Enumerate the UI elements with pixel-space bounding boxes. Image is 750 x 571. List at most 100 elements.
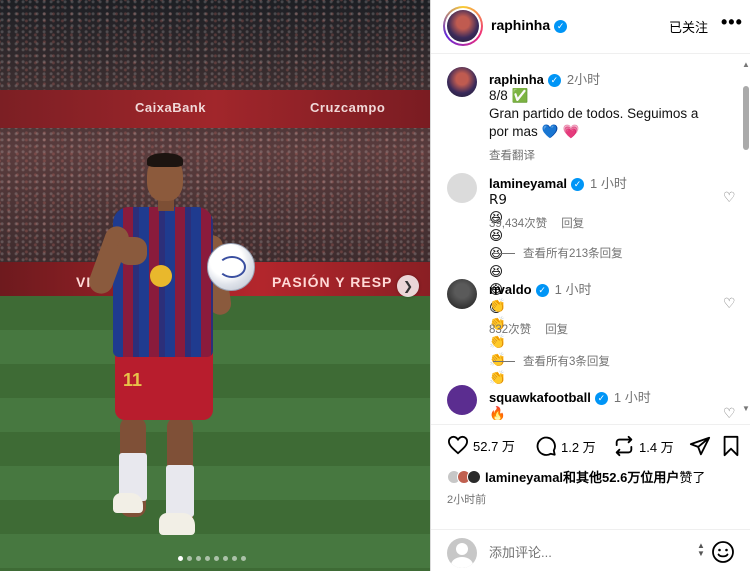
player-boot [113, 493, 143, 513]
liker-avatar [467, 469, 481, 484]
carousel-dot[interactable] [196, 556, 201, 561]
resize-arrows-icon[interactable]: ▲ ▼ [697, 542, 705, 558]
comment-time: 1 小时 [613, 390, 651, 405]
comment-input[interactable] [489, 540, 679, 564]
stadium-ad-banner-top: CaixaBank Cruzcampo [0, 90, 430, 128]
carousel-dot[interactable] [187, 556, 192, 561]
verified-badge-icon: ✓ [594, 392, 608, 406]
ad-text-pasion: PASIÓN Y RESP [272, 274, 393, 290]
comment-like-heart-icon[interactable]: ♡ [723, 295, 736, 312]
author-avatar[interactable] [443, 6, 483, 46]
sponsor-logo-icon [150, 265, 172, 287]
repost-icon [615, 435, 633, 457]
view-replies-button[interactable]: 查看所有213条回复 [493, 245, 623, 261]
ad-text-caixabank: CaixaBank [135, 100, 206, 115]
comment-like-count[interactable]: 39,434次赞 [489, 218, 547, 230]
liked-by: lamineyamal和其他52.6万位用户赞了 [447, 467, 705, 486]
comment-time: 1 小时 [590, 176, 627, 191]
scroll-up-arrow-icon[interactable]: ▲ [742, 60, 750, 69]
caption-text: 8/8 ✅ Gran partido de todos. Seguimos a … [489, 87, 739, 141]
save-button[interactable] [721, 435, 745, 457]
carousel-dot[interactable] [241, 556, 246, 561]
comment-username: squawkafootball [489, 390, 591, 405]
post-header: raphinha ✓ 已关注 ••• [431, 0, 750, 54]
carousel-dot[interactable] [178, 556, 183, 561]
send-icon [689, 436, 711, 456]
caption-line-1: 8/8 [489, 88, 508, 103]
author-username-link[interactable]: raphinha ✓ [491, 17, 568, 33]
football [207, 243, 255, 291]
caption-avatar[interactable] [447, 67, 477, 97]
comment-text: 👏👏👏👏👏 [489, 298, 506, 386]
comment-like-heart-icon[interactable]: ♡ [723, 189, 736, 206]
author-username: raphinha [491, 17, 551, 33]
post-timestamp[interactable]: 2小时前 [447, 491, 486, 507]
liked-by-suffix: 赞了 [679, 470, 706, 485]
caption-username-link[interactable]: raphinha ✓ 2小时 [489, 69, 600, 88]
comment-username-link[interactable]: squawkafootball ✓ 1 小时 [489, 387, 651, 406]
liked-by-others-link[interactable]: 和其他52.6万位用户 [563, 470, 679, 485]
reply-button[interactable]: 回复 [545, 324, 568, 336]
caption-line-3: por mas [489, 124, 538, 139]
player-figure: 11 [85, 153, 255, 545]
reply-button[interactable]: 回复 [561, 218, 584, 230]
comment-username-link[interactable]: rivaldo ✓ 1 小时 [489, 279, 591, 298]
commenter-avatar[interactable] [447, 385, 477, 415]
comment-username: lamineyamal [489, 176, 568, 191]
reposts-count: 1.4 万 [639, 439, 674, 455]
add-comment-bar: ▲▼ [431, 529, 750, 571]
comment-username-link[interactable]: lamineyamal ✓ 1 小时 [489, 173, 627, 192]
verified-badge-icon: ✓ [547, 74, 561, 88]
carousel-dot[interactable] [205, 556, 210, 561]
commenter-avatar[interactable] [447, 279, 477, 309]
player-sock [166, 465, 194, 517]
comment-username: rivaldo [489, 282, 532, 297]
comments-count: 1.2 万 [561, 439, 596, 455]
more-options-icon[interactable]: ••• [721, 12, 743, 33]
view-replies-button[interactable]: 查看所有3条回复 [493, 353, 610, 369]
bookmark-icon [723, 435, 739, 457]
verified-badge-icon: ✓ [535, 284, 549, 298]
comment-time: 1 小时 [554, 282, 592, 297]
see-translation-link[interactable]: 查看翻译 [489, 147, 535, 163]
jersey-number: 11 [123, 370, 143, 390]
like-button[interactable]: 52.7 万 [447, 435, 515, 455]
comments-list[interactable]: raphinha ✓ 2小时 8/8 ✅ Gran partido de todos… [431, 55, 743, 420]
scroll-thumb[interactable] [743, 86, 749, 150]
carousel-dot[interactable] [223, 556, 228, 561]
check-mark-icon: ✅ [511, 88, 529, 104]
repost-button[interactable]: 1.4 万 [613, 435, 674, 457]
comment-like-count[interactable]: 832次赞 [489, 324, 531, 336]
user-avatar [447, 538, 477, 568]
post-side-panel: raphinha ✓ 已关注 ••• raphinha ✓ 2小时 8/8 ✅ Gra… [430, 0, 750, 571]
chevron-right-icon: ❯ [402, 279, 414, 293]
comment-meta: 39,434次赞 回复 [489, 215, 584, 231]
following-button[interactable]: 已关注 [669, 17, 708, 36]
scroll-down-arrow-icon[interactable]: ▼ [742, 404, 750, 413]
comment-like-heart-icon[interactable]: ♡ [723, 405, 736, 420]
comment-button[interactable]: 1.2 万 [535, 435, 596, 457]
post-photo[interactable]: CaixaBank Cruzcampo VI PASIÓN Y RESP 11 … [0, 0, 430, 571]
share-button[interactable] [689, 435, 715, 457]
carousel-next-button[interactable]: ❯ [397, 275, 419, 297]
caption-username: raphinha [489, 72, 544, 87]
liked-by-user-link[interactable]: lamineyamal [485, 470, 563, 485]
comment-icon [536, 436, 556, 456]
comment-text: 🔥🔥🔥🔥🔥 [489, 406, 506, 420]
caption-time: 2小时 [566, 72, 601, 87]
player-hair [147, 153, 183, 167]
verified-badge-icon: ✓ [554, 19, 568, 33]
liked-by-text: lamineyamal和其他52.6万位用户赞了 [485, 467, 705, 486]
emoji-picker-icon[interactable] [711, 540, 735, 564]
player-boot [159, 513, 195, 535]
caption-line-2: Gran partido de todos. Seguimos a [489, 106, 699, 121]
comments-scrollbar[interactable]: ▲ ▼ [742, 60, 750, 414]
heart-emoji-icon: 💙 💗 [541, 124, 580, 140]
default-avatar-icon[interactable] [447, 173, 477, 203]
comment-meta: 832次赞 回复 [489, 321, 568, 337]
player-hand [117, 237, 147, 265]
carousel-dot[interactable] [214, 556, 219, 561]
carousel-dot[interactable] [232, 556, 237, 561]
likes-count: 52.7 万 [473, 438, 515, 454]
carousel-dots [178, 556, 246, 561]
